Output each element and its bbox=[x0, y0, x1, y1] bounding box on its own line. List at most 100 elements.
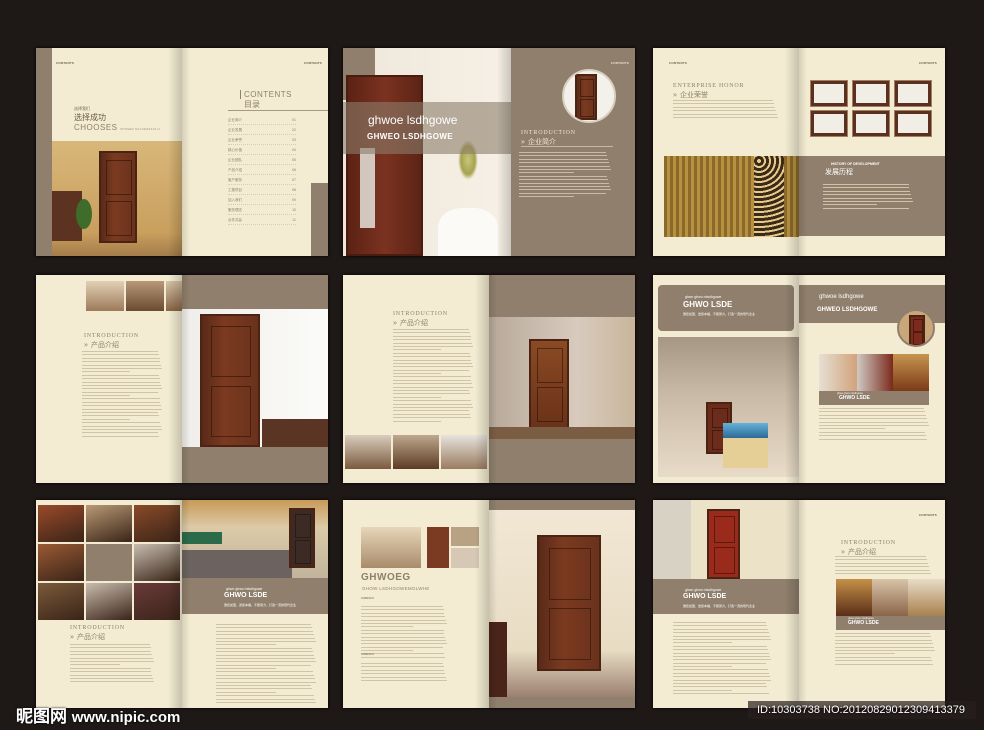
page-right: CONTENTS INTRODUCTION企业简介 bbox=[511, 48, 635, 256]
room-photo bbox=[52, 141, 182, 256]
page-right bbox=[182, 275, 328, 483]
page-left: INTRODUCTION产品介绍 bbox=[36, 275, 182, 483]
watermark-id: ID:10303738 NO:20120829012309413379 bbox=[757, 704, 965, 716]
spread-product-1: INTRODUCTION产品介绍 bbox=[36, 275, 328, 483]
door-room-photo bbox=[489, 317, 635, 439]
grid-photo bbox=[134, 505, 180, 542]
spread-ghwo-1: ghwo ghwo mlsdhgowe GHWO LSDE 邀您加盟，送贵本福，… bbox=[653, 275, 945, 483]
body-text bbox=[82, 351, 162, 439]
certificate bbox=[811, 81, 847, 106]
page-right: CONTENTS INTRODUCTION产品介绍 ghwo ghwo mlsd… bbox=[799, 500, 945, 708]
caption-band: ghwo ghwo mlsdhgowe GHWO LSDE bbox=[819, 391, 929, 405]
toc-page: 06 bbox=[292, 168, 296, 172]
body-text bbox=[519, 152, 611, 199]
body-text bbox=[70, 644, 154, 685]
body-text bbox=[393, 329, 473, 424]
page-left: GHWOEG GHOW LSDHGOWEMGLWHE GHWEOLS GHWEO… bbox=[343, 500, 489, 708]
grid-photo bbox=[134, 544, 180, 581]
toc-item[interactable]: 企业简介 01 bbox=[228, 115, 296, 125]
page-left: INTRODUCTION产品介绍 bbox=[36, 500, 182, 708]
certificate bbox=[853, 81, 889, 106]
page-right bbox=[489, 275, 635, 483]
page-left: CONTENTS 选择我们 选择成功 CHOOSES CHOSEN SUCCES… bbox=[36, 48, 182, 256]
toc-page: 09 bbox=[292, 198, 296, 202]
toc-label: 合作共赢 bbox=[228, 218, 242, 222]
toc-label: 企业简介 bbox=[228, 118, 242, 122]
spread-honor: CONTENTS ENTERPRISE HONOR企业荣誉 CONTENTS H… bbox=[653, 48, 945, 256]
certificate bbox=[853, 111, 889, 136]
grid-photo bbox=[38, 505, 84, 542]
page-right: ghwo ghwo mlsdhgowe GHWO LSDE 邀您加盟，送贵本福，… bbox=[182, 500, 328, 708]
toc-page: 08 bbox=[292, 188, 296, 192]
spread-product-4: ghwo ghwo mlsdhgowe GHWO LSDE 邀您加盟，送贵本福，… bbox=[653, 500, 945, 708]
title-band: ghwoe lsdhgowe GHWEO LSDHGOWE bbox=[343, 102, 511, 154]
toc-label: 客户服务 bbox=[228, 178, 242, 182]
contents-heading: CONTENTS 目录 bbox=[228, 90, 292, 110]
grid-photo bbox=[134, 583, 180, 620]
page-left: INTRODUCTION产品介绍 bbox=[343, 275, 489, 483]
red-door-photo bbox=[653, 500, 799, 579]
body-text bbox=[673, 622, 771, 697]
title-box: ghwo ghwo mlsdhgowe GHWO LSDE 邀您加盟，送贵本福，… bbox=[658, 285, 794, 331]
toc-item[interactable]: 客户服务 07 bbox=[228, 175, 296, 185]
toc-item[interactable]: 企业团队 05 bbox=[228, 155, 296, 165]
page-right: ghwoe lsdhgowe GHWEO LSDHGOWE ghwo ghwo … bbox=[799, 275, 945, 483]
toc-label: 企业荣誉 bbox=[228, 138, 242, 142]
toc-page: 07 bbox=[292, 178, 296, 182]
toc-item[interactable]: 合作共赢 11 bbox=[228, 215, 296, 225]
door-room-photo bbox=[182, 309, 328, 447]
body-text bbox=[835, 556, 931, 576]
spread-ghwoeg: GHWOEG GHOW LSDHGOWEMGLWHE GHWEOLS GHWEO… bbox=[343, 500, 635, 708]
spread-product-3: INTRODUCTION产品介绍 ghwo ghwo mlsdhgowe GHW… bbox=[36, 500, 328, 708]
body-text bbox=[216, 624, 316, 705]
history-panel: HISTORY OF DEVELOPMENT 发展历程 bbox=[799, 156, 945, 236]
grid-photo bbox=[38, 544, 84, 581]
caption-band: ghwo ghwo mlsdhgowe GHWO LSDE bbox=[836, 616, 945, 630]
grid-photo bbox=[86, 544, 132, 581]
toc-list: 企业简介 01 企业发展 02 企业荣誉 03 核心价值 04 企业团队 05 产品介绍 06 客户服务… bbox=[228, 115, 296, 225]
grid-photo bbox=[38, 583, 84, 620]
page-left: CONTENTS ENTERPRISE HONOR企业荣誉 bbox=[653, 48, 799, 256]
toc-item[interactable]: 企业荣誉 03 bbox=[228, 135, 296, 145]
grid-photo bbox=[86, 505, 132, 542]
toc-label: 企业发展 bbox=[228, 128, 242, 132]
toc-page: 04 bbox=[292, 148, 296, 152]
toc-page: 03 bbox=[292, 138, 296, 142]
certificate bbox=[811, 111, 847, 136]
bathroom-photo: ghwoe lsdhgowe GHWEO LSDHGOWE bbox=[343, 48, 511, 256]
toc-label: 企业团队 bbox=[228, 158, 242, 162]
carved-door-photo bbox=[489, 510, 635, 697]
body-text bbox=[819, 408, 929, 442]
toc-item[interactable]: 加入我们 09 bbox=[228, 195, 296, 205]
toc-item[interactable]: 核心价值 04 bbox=[228, 145, 296, 155]
logo: CONTENTS bbox=[56, 61, 75, 65]
bedroom-photo bbox=[182, 500, 328, 578]
page-right bbox=[489, 500, 635, 708]
grid-photo bbox=[86, 583, 132, 620]
stair-room-photo bbox=[658, 337, 799, 477]
toc-item[interactable]: 产品介绍 06 bbox=[228, 165, 296, 175]
toc-item[interactable]: 工程项目 08 bbox=[228, 185, 296, 195]
toc-label: 加入我们 bbox=[228, 198, 242, 202]
certificate bbox=[895, 81, 931, 106]
page-right: CONTENTS CONTENTS 目录 企业简介 01 企业发展 02 企业荣誉 03 核… bbox=[182, 48, 328, 256]
spread-contents: CONTENTS 选择我们 选择成功 CHOOSES CHOSEN SUCCES… bbox=[36, 48, 328, 256]
toc-page: 11 bbox=[292, 218, 296, 222]
certificate bbox=[895, 111, 931, 136]
page-left: ghwo ghwo mlsdhgowe GHWO LSDE 邀您加盟，送贵本福，… bbox=[653, 500, 799, 708]
title: GHWOEG bbox=[361, 572, 411, 583]
door-circle-photo bbox=[562, 69, 616, 123]
spread-intro: ghwoe lsdhgowe GHWEO LSDHGOWE CONTENTS I… bbox=[343, 48, 635, 256]
title-band: ghwo ghwo mlsdhgowe GHWO LSDE 邀您加盟，送贵本福，… bbox=[182, 578, 328, 614]
page-left: ghwo ghwo mlsdhgowe GHWO LSDE 邀您加盟，送贵本福，… bbox=[653, 275, 799, 483]
chooses-block: 选择我们 选择成功 CHOOSES CHOSEN SUCCESSFULLY bbox=[74, 106, 161, 132]
toc-label: 核心价值 bbox=[228, 148, 242, 152]
curtain-photo bbox=[664, 156, 799, 237]
body-text bbox=[673, 100, 778, 120]
toc-item[interactable]: 服务理念 10 bbox=[228, 205, 296, 215]
page-right: CONTENTS HISTORY OF DEVELOPMENT 发展历程 bbox=[799, 48, 945, 256]
toc-page: 10 bbox=[292, 208, 296, 212]
spread-product-2: INTRODUCTION产品介绍 bbox=[343, 275, 635, 483]
toc-item[interactable]: 企业发展 02 bbox=[228, 125, 296, 135]
watermark-logo: 昵图网 www.nipic.com bbox=[16, 707, 181, 726]
